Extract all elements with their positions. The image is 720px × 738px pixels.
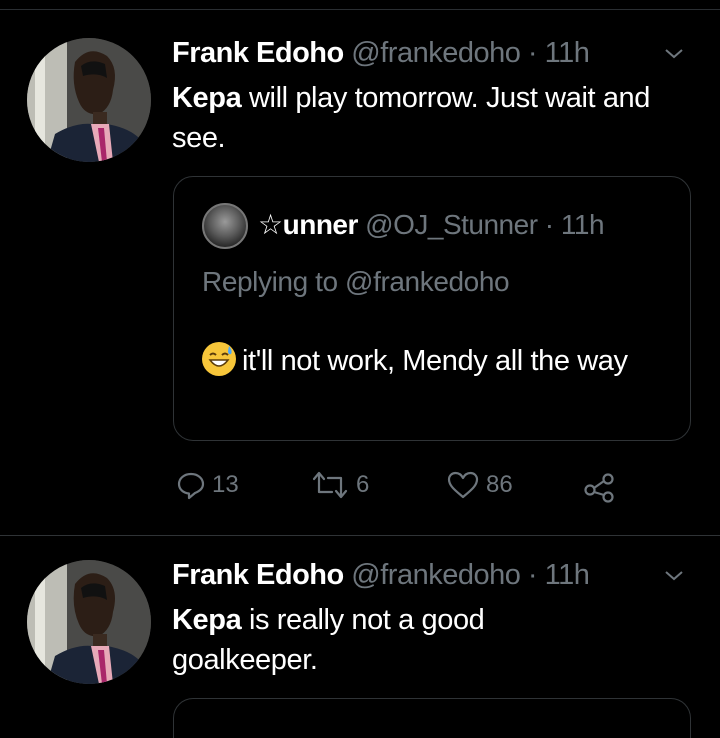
author-name[interactable]: Frank Edoho [172,37,344,69]
author-handle[interactable]: @frankedoho [351,559,521,591]
reply-count: 13 [212,471,239,498]
reply-button[interactable]: 13 [176,470,239,500]
retweet-button[interactable]: 6 [310,470,369,500]
tweet-text-bold: Kepa [172,82,242,114]
quote-avatar[interactable] [202,203,248,249]
chevron-down-icon[interactable] [662,564,686,588]
tweet-text: Kepa is really not a good goalkeeper. [172,600,572,680]
author-handle[interactable]: @frankedoho [351,37,521,69]
tweet-text-bold: Kepa [172,604,242,636]
tweet-text-rest: will play tomorrow. Just wait and see. [172,82,650,154]
avatar[interactable] [27,38,151,162]
tweet-header: Frank Edoho @frankedoho · 11h [172,36,590,70]
quote-author-name[interactable]: unner [283,209,359,240]
reply-icon [177,472,205,500]
separator-dot: · [527,559,538,591]
heart-icon [447,471,479,499]
avatar-photo [27,38,151,162]
share-button[interactable] [582,470,616,504]
quote-separator-dot: · [544,209,554,240]
quote-text-body: it'll not work, Mendy all the way [242,345,628,377]
quoted-tweet[interactable]: ☆unner @OJ_Stunner · 11h Replying to @fr… [173,176,691,441]
avatar[interactable] [27,560,151,684]
tweet-actions: 13 6 86 [0,470,720,510]
quote-header: ☆unner @OJ_Stunner · 11h [258,208,605,242]
grinning-face-with-sweat-icon [202,342,236,376]
retweet-count: 6 [356,471,370,498]
share-icon [584,473,614,503]
quote-handle[interactable]: @OJ_Stunner [365,209,538,240]
retweet-icon [312,471,348,499]
like-count: 86 [486,471,513,498]
timestamp[interactable]: 11h [545,37,590,69]
replying-to[interactable]: Replying to @frankedoho [202,265,510,299]
quoted-tweet[interactable] [173,698,691,738]
tweet[interactable]: Frank Edoho @frankedoho · 11h Kepa will … [0,0,720,535]
like-button[interactable]: 86 [446,470,513,500]
avatar-photo [27,560,151,684]
tweet-text: Kepa will play tomorrow. Just wait and s… [172,78,692,158]
timestamp[interactable]: 11h [545,559,590,591]
quote-text: it'll not work, Mendy all the way [202,339,662,383]
tweet-header: Frank Edoho @frankedoho · 11h [172,558,590,592]
separator-dot: · [527,37,538,69]
quote-timestamp[interactable]: 11h [561,209,605,240]
chevron-down-icon[interactable] [662,42,686,66]
quote-author-prefix: ☆ [258,209,283,240]
tweet[interactable]: Frank Edoho @frankedoho · 11h Kepa is re… [0,536,720,738]
author-name[interactable]: Frank Edoho [172,559,344,591]
